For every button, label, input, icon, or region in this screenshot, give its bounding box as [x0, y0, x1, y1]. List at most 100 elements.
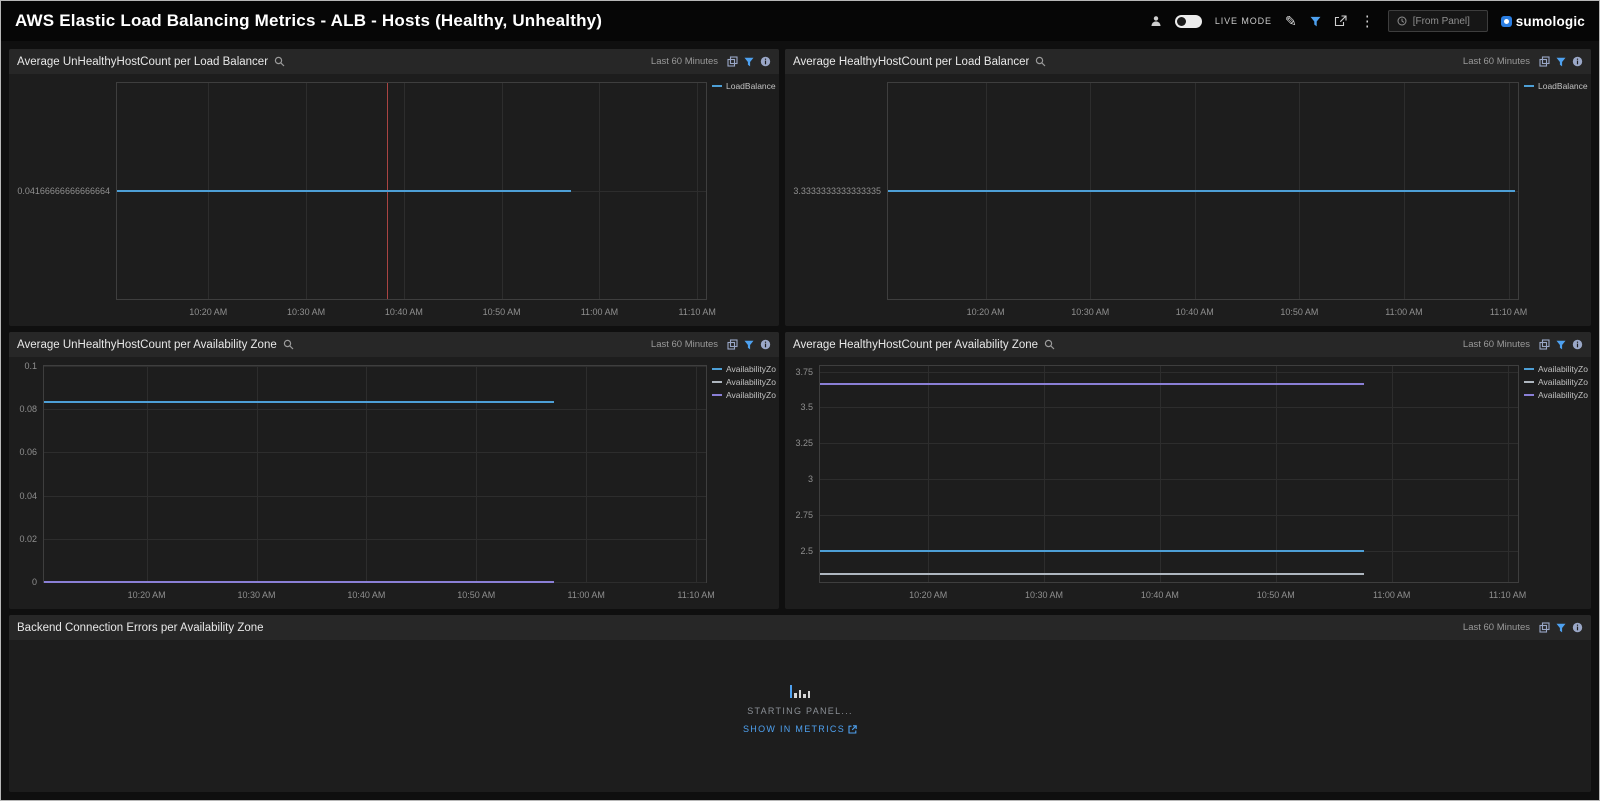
copy-panel-icon[interactable] [727, 56, 738, 67]
time-range-input[interactable]: [From Panel] [1388, 10, 1488, 32]
y-tick-label: 3.5 [800, 402, 813, 412]
info-icon[interactable] [1572, 56, 1583, 67]
copy-panel-icon[interactable] [1539, 56, 1550, 67]
legend-item[interactable]: AvailabilityZor [1524, 364, 1588, 374]
legend-swatch [1524, 381, 1534, 383]
gridline [44, 409, 706, 410]
y-tick-label: 2.75 [795, 510, 813, 520]
dashboard: AWS Elastic Load Balancing Metrics - ALB… [0, 0, 1600, 801]
y-tick-label: 3 [808, 474, 813, 484]
show-in-metrics-link[interactable]: SHOW IN METRICS [743, 724, 857, 734]
live-mode-label: LIVE MODE [1215, 16, 1272, 26]
time-range-value: [From Panel] [1413, 16, 1470, 27]
y-tick-label: 0.08 [19, 404, 37, 414]
gridline [820, 515, 1518, 516]
chart-legend: LoadBalancerf [712, 81, 776, 91]
chart-healthy-per-az[interactable]: 10:20 AM10:30 AM10:40 AM10:50 AM11:00 AM… [785, 357, 1591, 609]
panel-healthy-hostcount-per-availability-zone: Average HealthyHostCount per Availabilit… [785, 332, 1591, 609]
x-tick-label: 11:00 AM [1385, 307, 1422, 317]
y-tick-label: 0.02 [19, 534, 37, 544]
x-tick-label: 10:50 AM [457, 590, 495, 600]
legend-item[interactable]: LoadBalancerf [712, 81, 776, 91]
filter-icon[interactable] [1310, 16, 1321, 27]
panel-filter-icon[interactable] [744, 340, 754, 350]
x-tick-label: 11:00 AM [567, 590, 604, 600]
y-tick-label: 3.75 [795, 367, 813, 377]
panel-healthy-hostcount-per-load-balancer: Average HealthyHostCount per Load Balanc… [785, 49, 1591, 326]
panel-filter-icon[interactable] [1556, 340, 1566, 350]
info-icon[interactable] [1572, 339, 1583, 350]
search-icon[interactable] [274, 56, 285, 67]
sumologic-logo-text: sumologic [1516, 14, 1585, 29]
copy-panel-icon[interactable] [1539, 622, 1550, 633]
panel-filter-icon[interactable] [1556, 623, 1566, 633]
legend-item[interactable]: AvailabilityZor [712, 390, 776, 400]
y-tick-label: 0.04166666666666664 [17, 186, 110, 196]
panel-title: Average UnHealthyHostCount per Availabil… [17, 339, 277, 351]
chart-unhealthy-per-az[interactable]: 10:20 AM10:30 AM10:40 AM10:50 AM11:00 AM… [9, 357, 779, 609]
copy-panel-icon[interactable] [1539, 339, 1550, 350]
copy-panel-icon[interactable] [727, 339, 738, 350]
search-icon[interactable] [283, 339, 294, 350]
legend-label: LoadBalancerf [1538, 81, 1588, 91]
info-icon[interactable] [1572, 622, 1583, 633]
legend-swatch [1524, 368, 1534, 370]
x-tick-label: 10:30 AM [1071, 307, 1109, 317]
x-tick-label: 10:40 AM [1176, 307, 1214, 317]
panel-filter-icon[interactable] [1556, 57, 1566, 67]
series-line [888, 190, 1515, 192]
panel-header-actions: Last 60 Minutes [1463, 622, 1583, 633]
x-tick-label: 10:20 AM [189, 307, 227, 317]
y-tick-label: 0.04 [19, 491, 37, 501]
y-tick-label: 3.3333333333333335 [793, 186, 881, 196]
panel-header-actions: Last 60 Minutes [651, 339, 771, 350]
panel-header-actions: Last 60 Minutes [1463, 339, 1583, 350]
panel-header-actions: Last 60 Minutes [651, 56, 771, 67]
series-line [44, 581, 554, 583]
legend-item[interactable]: AvailabilityZor [1524, 377, 1588, 387]
x-tick-label: 11:10 AM [1489, 590, 1526, 600]
legend-label: AvailabilityZor [726, 377, 776, 387]
legend-item[interactable]: AvailabilityZor [712, 377, 776, 387]
gridline [820, 407, 1518, 408]
x-tick-label: 10:20 AM [128, 590, 166, 600]
legend-label: AvailabilityZor [1538, 377, 1588, 387]
live-mode-toggle[interactable] [1175, 15, 1202, 28]
panel-filter-icon[interactable] [744, 57, 754, 67]
chart-unhealthy-per-lb[interactable]: 10:20 AM10:30 AM10:40 AM10:50 AM11:00 AM… [9, 74, 779, 326]
legend-item[interactable]: LoadBalancerf [1524, 81, 1588, 91]
search-icon[interactable] [1044, 339, 1055, 350]
panel-title: Average HealthyHostCount per Load Balanc… [793, 56, 1029, 68]
legend-label: AvailabilityZor [726, 364, 776, 374]
toggle-knob [1177, 17, 1186, 26]
gridline [820, 372, 1518, 373]
legend-swatch [712, 85, 722, 87]
info-icon[interactable] [760, 56, 771, 67]
y-tick-label: 0.06 [19, 447, 37, 457]
legend-item[interactable]: AvailabilityZor [712, 364, 776, 374]
x-tick-label: 11:10 AM [1490, 307, 1527, 317]
time-range-label: Last 60 Minutes [1463, 622, 1530, 633]
share-icon[interactable] [1334, 15, 1347, 27]
x-tick-label: 11:00 AM [1373, 590, 1410, 600]
panel-unhealthy-hostcount-per-availability-zone: Average UnHealthyHostCount per Availabil… [9, 332, 779, 609]
chart-healthy-per-lb[interactable]: 10:20 AM10:30 AM10:40 AM10:50 AM11:00 AM… [785, 74, 1591, 326]
gridline [44, 452, 706, 453]
legend-swatch [712, 368, 722, 370]
info-icon[interactable] [760, 339, 771, 350]
user-icon[interactable] [1150, 15, 1162, 27]
gridline [44, 366, 706, 367]
dashboard-title: AWS Elastic Load Balancing Metrics - ALB… [15, 11, 602, 31]
search-icon[interactable] [1035, 56, 1046, 67]
panel-title: Average UnHealthyHostCount per Load Bala… [17, 56, 268, 68]
legend-label: AvailabilityZor [726, 390, 776, 400]
edit-icon[interactable]: ✎ [1285, 14, 1297, 28]
series-line [44, 401, 554, 403]
gridline [44, 496, 706, 497]
plot-area: 10:20 AM10:30 AM10:40 AM10:50 AM11:00 AM… [43, 365, 707, 583]
legend-swatch [1524, 394, 1534, 396]
more-menu-icon[interactable]: ⋮ [1360, 14, 1375, 29]
gridline [696, 366, 697, 582]
legend-item[interactable]: AvailabilityZor [1524, 390, 1588, 400]
legend-label: LoadBalancerf [726, 81, 776, 91]
